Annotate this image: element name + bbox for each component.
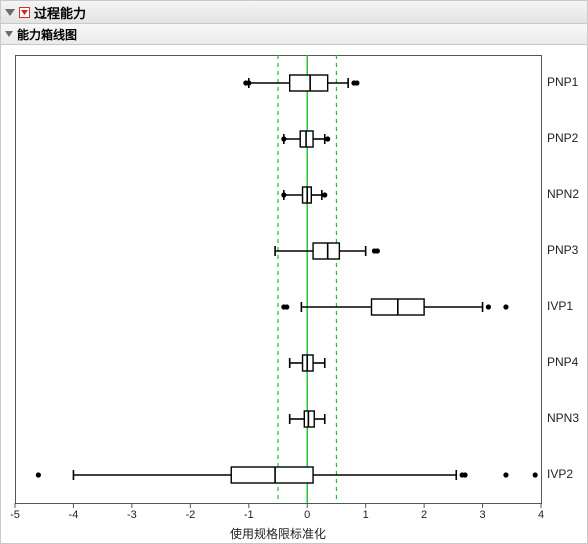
panel-header: 过程能力 bbox=[1, 1, 587, 24]
label-layer: PNP1 PNP2 NPN2 PNP3 IVP1 PNP4 NPN3 IVP2 -5 -4 -3 -2… bbox=[1, 45, 587, 543]
x-tick-label: -1 bbox=[244, 509, 254, 521]
row-label: PNP2 bbox=[547, 131, 578, 145]
x-tick-label: -4 bbox=[69, 509, 79, 521]
x-axis-title: 使用规格限标准化 bbox=[230, 525, 326, 542]
row-label: NPN2 bbox=[547, 187, 579, 201]
x-tick-label: 1 bbox=[363, 509, 369, 521]
menu-icon[interactable] bbox=[19, 7, 30, 18]
sub-panel-header: 能力箱线图 bbox=[1, 24, 587, 45]
row-label: IVP2 bbox=[547, 467, 573, 481]
x-tick-label: 3 bbox=[479, 509, 485, 521]
sub-panel-title: 能力箱线图 bbox=[17, 26, 77, 43]
x-tick-label: 2 bbox=[421, 509, 427, 521]
x-tick-label: 4 bbox=[538, 509, 544, 521]
panel-title: 过程能力 bbox=[34, 3, 86, 22]
row-label: NPN3 bbox=[547, 411, 579, 425]
disclosure-icon[interactable] bbox=[5, 9, 15, 16]
x-tick-label: -3 bbox=[127, 509, 137, 521]
row-label: PNP4 bbox=[547, 355, 578, 369]
disclosure-icon[interactable] bbox=[5, 31, 13, 37]
row-label: PNP1 bbox=[547, 75, 578, 89]
capability-panel: 过程能力 能力箱线图 PNP1 PNP2 NPN2 PNP3 IVP1 PNP4 NPN3 I… bbox=[0, 0, 588, 544]
x-tick-label: -5 bbox=[10, 509, 20, 521]
x-tick-label: 0 bbox=[304, 509, 310, 521]
capability-boxplot-chart: PNP1 PNP2 NPN2 PNP3 IVP1 PNP4 NPN3 IVP2 -5 -4 -3 -2… bbox=[1, 45, 587, 543]
row-label: PNP3 bbox=[547, 243, 578, 257]
x-tick-label: -2 bbox=[185, 509, 195, 521]
row-label: IVP1 bbox=[547, 299, 573, 313]
